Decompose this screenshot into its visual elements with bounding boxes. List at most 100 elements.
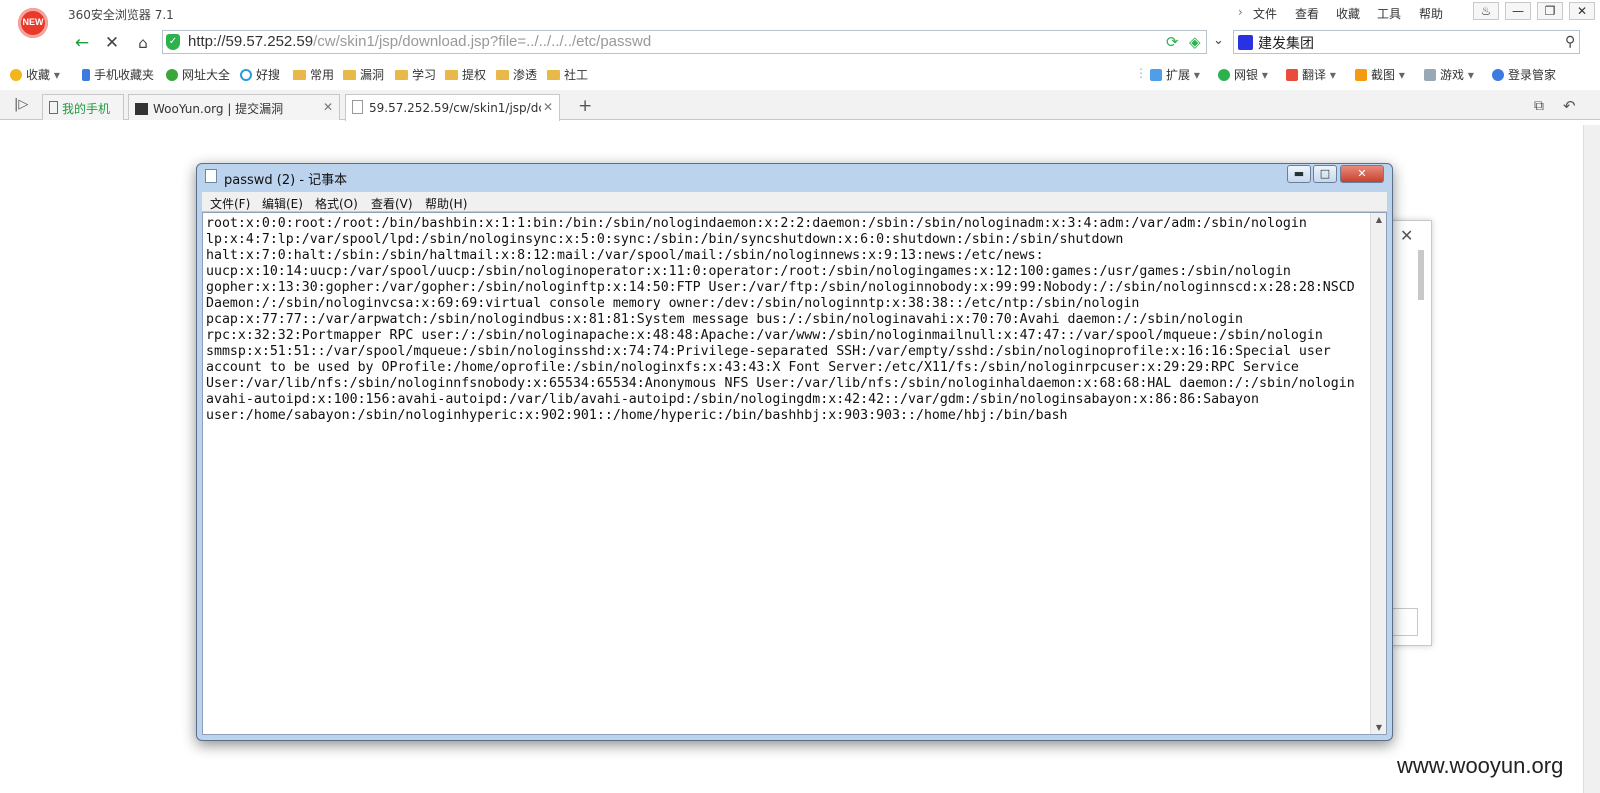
logo-text: NEW <box>22 17 44 27</box>
menu-favorites[interactable]: 收藏 <box>1336 5 1360 22</box>
close-button[interactable]: ✕ <box>1569 2 1595 20</box>
notepad-menu-file[interactable]: 文件(F) <box>210 195 250 212</box>
folder-icon <box>547 70 560 80</box>
text-line: smmsp:x:51:51::/var/spool/mqueue:/sbin/n… <box>206 344 1331 359</box>
scroll-up-icon[interactable]: ▲ <box>1371 215 1387 224</box>
menu-tools[interactable]: 工具 <box>1377 5 1401 22</box>
bookmark-label: 好搜 <box>256 68 281 82</box>
search-query[interactable]: 建发集团 <box>1258 33 1314 53</box>
tool-label: 翻译 <box>1302 68 1327 82</box>
notepad-scrollbar[interactable]: ▲ ▼ <box>1370 213 1386 734</box>
text-line: lp:x:4:7:lp:/var/spool/lpd:/sbin/nologin… <box>206 232 1124 247</box>
tool-login-manager[interactable]: 登录管家 <box>1492 66 1556 83</box>
tab-close-icon[interactable]: ✕ <box>323 100 333 114</box>
restore-tabs-icon[interactable]: ⧉ <box>1534 98 1544 114</box>
baidu-icon[interactable] <box>1238 35 1253 50</box>
home-icon[interactable]: ⌂ <box>131 32 155 54</box>
page-scrollbar[interactable] <box>1583 125 1600 793</box>
tab-wooyun[interactable]: WooYun.org | 提交漏洞 ✕ <box>128 94 340 120</box>
text-line: pcap:x:77:77::/var/arpwatch:/sbin/nologi… <box>206 312 1244 327</box>
menu-help[interactable]: 帮助 <box>1419 5 1443 22</box>
menu-file[interactable]: 文件 <box>1253 5 1277 22</box>
haosou-icon <box>240 69 252 81</box>
tab-download[interactable]: 59.57.252.59/cw/skin1/jsp/dc ✕ <box>345 94 560 121</box>
folder-icon <box>343 70 356 80</box>
tool-translate[interactable]: 翻译 ▾ <box>1286 66 1336 83</box>
page-icon <box>352 100 363 114</box>
text-line: halt:x:7:0:halt:/sbin:/sbin/haltmail:x:8… <box>206 248 1044 263</box>
scissors-icon <box>1355 69 1367 81</box>
bookmark-haosou[interactable]: 好搜 <box>240 66 280 83</box>
tool-label: 截图 <box>1371 68 1396 82</box>
notepad-content[interactable]: root:x:0:0:root:/root:/bin/bashbin:x:1:1… <box>206 216 1364 424</box>
dialog-close-icon[interactable]: ✕ <box>1400 226 1413 245</box>
undo-close-icon[interactable]: ↶ <box>1563 97 1576 115</box>
tool-screenshot[interactable]: 截图 ▾ <box>1355 66 1405 83</box>
tool-games[interactable]: 游戏 ▾ <box>1424 66 1474 83</box>
refresh-icon[interactable]: ⟳ <box>1166 33 1179 51</box>
globe-icon <box>166 69 178 81</box>
text-line: uucp:x:10:14:uucp:/var/spool/uucp:/sbin/… <box>206 264 1291 279</box>
folder-icon <box>395 70 408 80</box>
bookmark-folder-common[interactable]: 常用 <box>293 66 334 83</box>
tab-label: WooYun.org | 提交漏洞 <box>153 102 284 116</box>
bookmark-label: 社工 <box>564 68 589 82</box>
extensions-icon <box>1150 69 1162 81</box>
phone-icon <box>49 101 58 114</box>
url-path: /cw/skin1/jsp/download.jsp?file=../../..… <box>313 33 652 50</box>
notepad-menu-edit[interactable]: 编辑(E) <box>262 195 303 212</box>
translate-icon <box>1286 69 1298 81</box>
notepad-maximize-button[interactable]: □ <box>1313 165 1337 183</box>
notepad-close-button[interactable]: ✕ <box>1340 165 1384 183</box>
minimize-button[interactable]: — <box>1505 2 1531 20</box>
bookmark-mobile[interactable]: 手机收藏夹 <box>82 66 154 83</box>
tool-label: 网银 <box>1234 68 1259 82</box>
key-icon <box>1492 69 1504 81</box>
bookmark-folder-pentest[interactable]: 渗透 <box>496 66 537 83</box>
text-line: Daemon:/:/sbin/nologinvcsa:x:69:69:virtu… <box>206 296 1140 311</box>
folder-icon <box>496 70 509 80</box>
bookmark-label: 学习 <box>412 68 437 82</box>
menu-view[interactable]: 查看 <box>1295 5 1319 22</box>
notepad-title: passwd (2) - 记事本 <box>224 173 348 188</box>
toolbar-separator: ⋮ <box>1135 66 1147 80</box>
notepad-menu-help[interactable]: 帮助(H) <box>425 195 467 212</box>
bookmark-folder-social[interactable]: 社工 <box>547 66 588 83</box>
stop-icon[interactable]: ✕ <box>100 32 124 54</box>
back-arrow-icon[interactable]: ← <box>70 32 94 54</box>
phone-icon <box>82 69 90 81</box>
chevron-down-icon[interactable]: ⌄ <box>1213 33 1224 48</box>
tool-bank[interactable]: 网银 ▾ <box>1218 66 1268 83</box>
notepad-menu-format[interactable]: 格式(O) <box>315 195 358 212</box>
scroll-down-icon[interactable]: ▼ <box>1371 723 1387 732</box>
speed-icon[interactable]: ◈ <box>1189 33 1201 51</box>
tab-close-icon[interactable]: ✕ <box>540 100 553 114</box>
bookmark-sites[interactable]: 网址大全 <box>166 66 230 83</box>
new-tab-button[interactable]: + <box>578 96 592 116</box>
sidebar-toggle-icon[interactable]: |▷ <box>14 97 28 112</box>
bookmark-folder-privesc[interactable]: 提权 <box>445 66 486 83</box>
bookmark-label: 渗透 <box>513 68 538 82</box>
tool-label: 扩展 <box>1166 68 1191 82</box>
bookmark-folder-study[interactable]: 学习 <box>395 66 436 83</box>
bank-icon <box>1218 69 1230 81</box>
notepad-menu-view[interactable]: 查看(V) <box>371 195 413 212</box>
bookmark-favorites[interactable]: 收藏 ▾ <box>10 66 60 83</box>
address-url[interactable]: http://59.57.252.59/cw/skin1/jsp/downloa… <box>188 33 651 50</box>
search-icon[interactable]: ⚲ <box>1565 34 1575 50</box>
text-line: user:/home/sabayon:/sbin/nologinhyperic:… <box>206 408 1068 423</box>
text-line: avahi-autoipd:x:100:156:avahi-autoipd:/v… <box>206 392 1259 407</box>
tab-my-phone[interactable]: 我的手机 <box>42 94 124 120</box>
skin-icon[interactable]: ♨ <box>1473 2 1499 20</box>
folder-icon <box>445 70 458 80</box>
watermark: www.wooyun.org <box>1397 753 1564 778</box>
maximize-button[interactable]: ❐ <box>1537 2 1563 20</box>
tool-extensions[interactable]: 扩展 ▾ <box>1150 66 1200 83</box>
bookmark-label: 手机收藏夹 <box>94 68 155 82</box>
bookmark-label: 网址大全 <box>182 68 231 82</box>
dialog-scrollbar[interactable] <box>1418 250 1424 300</box>
notepad-minimize-button[interactable]: ▬ <box>1287 165 1311 183</box>
menu-chevron-icon[interactable]: › <box>1238 5 1243 19</box>
bookmark-label: 漏洞 <box>360 68 385 82</box>
bookmark-folder-vuln[interactable]: 漏洞 <box>343 66 384 83</box>
